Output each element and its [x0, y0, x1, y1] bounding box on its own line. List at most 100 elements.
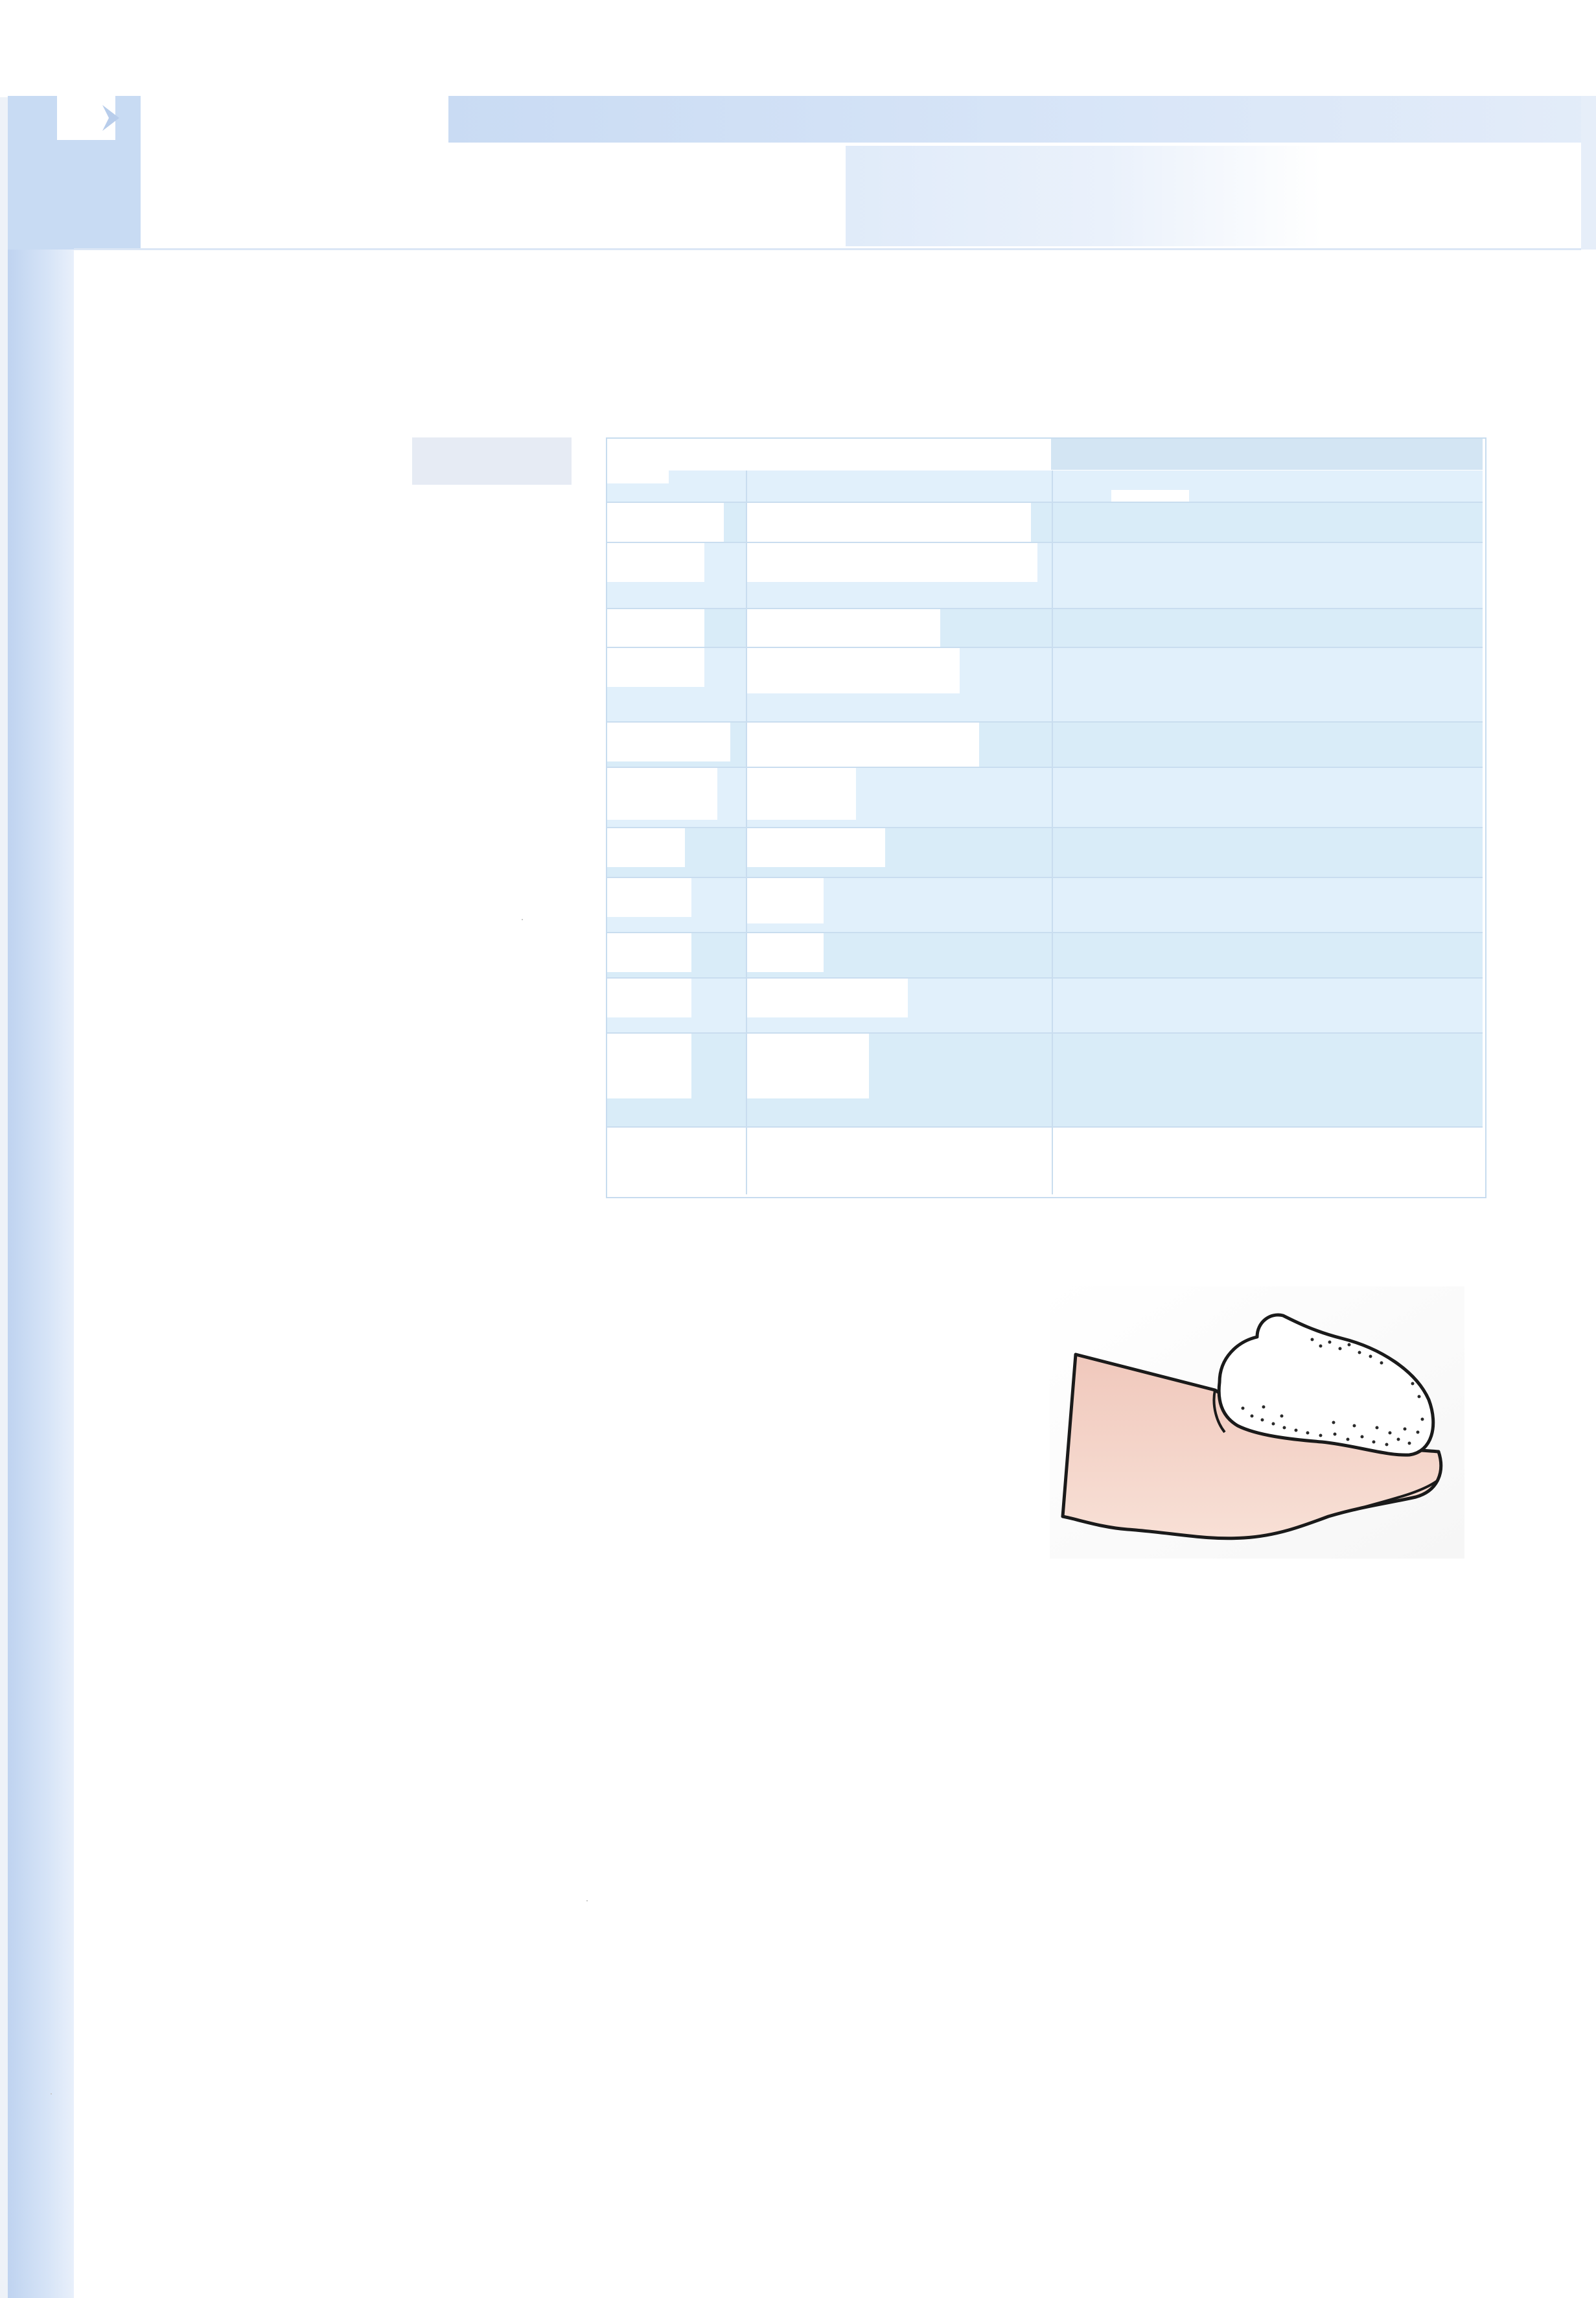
table-row	[607, 979, 1483, 1034]
chevron-right-icon	[97, 102, 128, 133]
table-cell-text	[746, 723, 1052, 730]
page-mark	[51, 2093, 52, 2095]
table-cell	[607, 470, 746, 503]
table-cell	[607, 979, 746, 1034]
table-cell	[1052, 828, 1483, 878]
table-cell-text	[607, 768, 746, 776]
table-cell-text	[1052, 828, 1483, 836]
table-cell	[746, 648, 1052, 723]
table-row	[607, 470, 1483, 503]
table-cell	[746, 828, 1052, 878]
table-cell	[1052, 933, 1483, 979]
table-cell-text	[1052, 723, 1483, 730]
table-cell-text	[1052, 609, 1483, 617]
table-cell	[607, 933, 746, 979]
chapter-title-block	[141, 96, 448, 250]
table-column-divider	[746, 470, 747, 1194]
table-cell	[607, 503, 746, 543]
table-cell-text	[1052, 768, 1483, 776]
table-cell-text	[746, 768, 1052, 776]
table-cell	[1052, 979, 1483, 1034]
table-cell-text	[746, 648, 1052, 656]
table-cell	[1052, 768, 1483, 828]
fingertip-with-foam-icon	[1050, 1286, 1464, 1559]
table-cell	[607, 648, 746, 723]
table-cell	[1052, 1034, 1483, 1128]
table-cell-text	[746, 543, 1052, 551]
table-column-divider	[1052, 470, 1053, 1194]
table-cell	[746, 543, 1052, 609]
table-cell-text	[746, 1034, 1052, 1041]
table-cell-text	[607, 878, 746, 886]
header-right-strip	[1581, 96, 1596, 250]
table-cell	[1052, 609, 1483, 648]
table-cell	[746, 933, 1052, 979]
table-row	[607, 828, 1483, 878]
left-margin-band	[8, 250, 74, 2298]
table-cell-text	[607, 1034, 746, 1041]
table-cell-text	[746, 933, 1052, 941]
table-cell	[1052, 878, 1483, 933]
table-cell	[1052, 723, 1483, 768]
table-cell	[746, 723, 1052, 768]
table-cell-text	[1052, 470, 1483, 478]
table-cell-text	[1052, 648, 1483, 656]
table-cell-text	[1052, 878, 1483, 886]
table-cell	[607, 1034, 746, 1128]
table-cell-text	[607, 470, 746, 478]
table-cell-text	[746, 609, 1052, 617]
page-edge	[0, 97, 8, 2298]
table-cell-text	[607, 828, 746, 836]
header-top-band	[448, 96, 1596, 143]
page-mark	[586, 1900, 588, 1901]
table-cell-text	[607, 723, 746, 730]
table-cell	[607, 828, 746, 878]
header-subtitle-panel	[846, 146, 1322, 246]
table-cell	[607, 609, 746, 648]
table-cell-text	[1052, 543, 1483, 551]
table-row-divider	[607, 1126, 1483, 1128]
table-cell-text	[1052, 503, 1483, 511]
table-cell	[746, 768, 1052, 828]
table-row	[607, 648, 1483, 723]
section-side-label	[412, 437, 572, 485]
table-row	[607, 609, 1483, 648]
table-row	[607, 768, 1483, 828]
table-cell	[607, 543, 746, 609]
table-cell	[1052, 648, 1483, 723]
table-row	[607, 543, 1483, 609]
table-cell-text	[1052, 1034, 1483, 1041]
table-cell-text	[607, 648, 746, 656]
table-row	[607, 878, 1483, 933]
table-cell	[746, 503, 1052, 543]
table-row	[607, 503, 1483, 543]
header-divider	[74, 248, 1581, 250]
table-cell-text	[607, 609, 746, 617]
table-cell	[746, 470, 1052, 503]
table-cell	[607, 768, 746, 828]
table-row	[607, 933, 1483, 979]
table-cell-text	[607, 979, 746, 986]
table-cell	[607, 723, 746, 768]
table-cell	[746, 979, 1052, 1034]
page-mark	[522, 919, 523, 920]
table-cell	[746, 609, 1052, 648]
table-cell	[607, 878, 746, 933]
table-row	[607, 723, 1483, 768]
table-cell-text	[746, 828, 1052, 836]
table-cell-text	[746, 470, 1052, 478]
table-cell-text	[607, 503, 746, 511]
table-cell-text	[1052, 933, 1483, 941]
table-cell-text	[746, 503, 1052, 511]
table-header-cell	[1051, 439, 1483, 470]
table-row	[607, 1034, 1483, 1128]
table-cell-text	[1052, 979, 1483, 986]
table-cell-text	[607, 543, 746, 551]
table-cell-text	[746, 979, 1052, 986]
table-cell	[746, 1034, 1052, 1128]
table-cell-text	[607, 933, 746, 941]
table-cell-text	[746, 878, 1052, 886]
table-cell	[1052, 543, 1483, 609]
table-cell	[746, 878, 1052, 933]
table-cell	[1052, 503, 1483, 543]
